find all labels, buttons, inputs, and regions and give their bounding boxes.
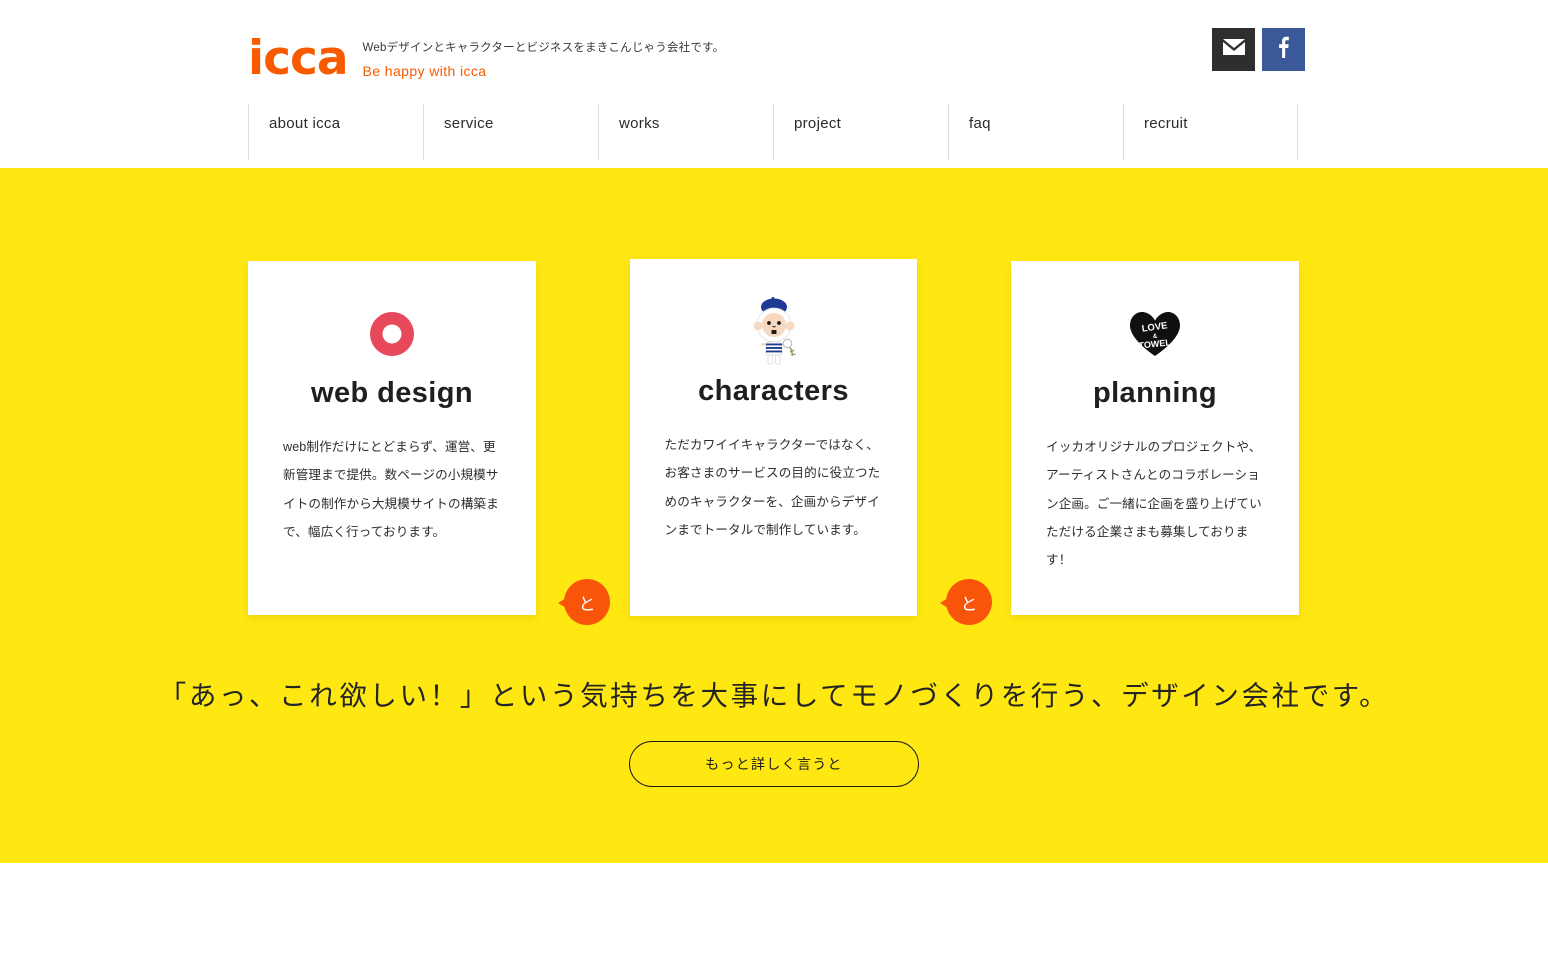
card-body: web制作だけにとどまらず、運営、更新管理まで提供。数ページの小規模サイトの制作…	[283, 440, 499, 539]
service-card-web-design[interactable]: web design web制作だけにとどまらず、運営、更新管理まで提供。数ペー…	[248, 261, 536, 615]
page-root: icca Webデザインとキャラクターとビジネスをまきこんじゃう会社です。 Be…	[0, 0, 1548, 959]
mail-icon	[1222, 39, 1245, 60]
nav-item-about-icca[interactable]: about icca	[248, 104, 423, 160]
love-and-towel-heart-icon: LOVE & TOWEL	[1128, 295, 1182, 373]
brand-taglines: Webデザインとキャラクターとビジネスをまきこんじゃう会社です。 Be happ…	[363, 31, 725, 83]
nav-item-service[interactable]: service	[423, 104, 598, 160]
connector-label: と	[564, 579, 610, 625]
mail-button[interactable]	[1212, 28, 1255, 71]
connector-label: と	[946, 579, 992, 625]
section-tagline: 「あっ、これ欲しい！」という気持ちを大事にしてモノづくりを行う、デザイン会社です…	[158, 680, 1390, 711]
service-card-characters[interactable]: characters ただカワイイキャラクターではなく、お客さまのサービスの目的…	[630, 259, 917, 616]
nav-item-faq[interactable]: faq	[948, 104, 1123, 160]
service-cards: web design web制作だけにとどまらず、運営、更新管理まで提供。数ペー…	[248, 259, 1300, 619]
brand-logo-link[interactable]: icca Webデザインとキャラクターとビジネスをまきこんじゃう会社です。 Be…	[248, 31, 724, 83]
brand-tagline-en: Be happy with icca	[362, 63, 487, 80]
brand-tagline-ja: Webデザインとキャラクターとビジネスをまきこんじゃう会社です。	[362, 42, 725, 54]
cta-container: もっと詳しく言うと	[0, 741, 1548, 787]
mascot-character-icon	[743, 293, 805, 371]
service-card-planning[interactable]: LOVE & TOWEL planning イッカオリジナルのプロジェクトや、ア…	[1011, 261, 1299, 615]
card-body: ただカワイイキャラクターではなく、お客さまのサービスの目的に役立つためのキャラク…	[664, 438, 881, 537]
card-body: イッカオリジナルのプロジェクトや、アーティストさんとのコラボレーション企画。ご一…	[1046, 440, 1262, 568]
facebook-icon	[1278, 36, 1289, 63]
icca-logo: icca	[248, 31, 349, 86]
facebook-button[interactable]	[1262, 28, 1305, 71]
nav-item-recruit[interactable]: recruit	[1123, 104, 1298, 160]
social-links	[1212, 28, 1305, 71]
card-title: web design	[311, 377, 473, 409]
nav-item-works[interactable]: works	[598, 104, 773, 160]
main-navigation: about icca service works project faq rec…	[248, 104, 1298, 160]
nav-item-project[interactable]: project	[773, 104, 948, 160]
services-section: web design web制作だけにとどまらず、運営、更新管理まで提供。数ペー…	[0, 168, 1548, 863]
card-title: characters	[698, 375, 849, 407]
more-details-button[interactable]: もっと詳しく言うと	[629, 741, 919, 787]
site-header: icca Webデザインとキャラクターとビジネスをまきこんじゃう会社です。 Be…	[0, 0, 1548, 168]
donut-icon	[369, 295, 415, 373]
connector-badge-2: と	[940, 579, 992, 631]
connector-badge-1: と	[558, 579, 610, 631]
svg-text:TOWEL: TOWEL	[1138, 337, 1172, 350]
card-title: planning	[1092, 377, 1217, 409]
